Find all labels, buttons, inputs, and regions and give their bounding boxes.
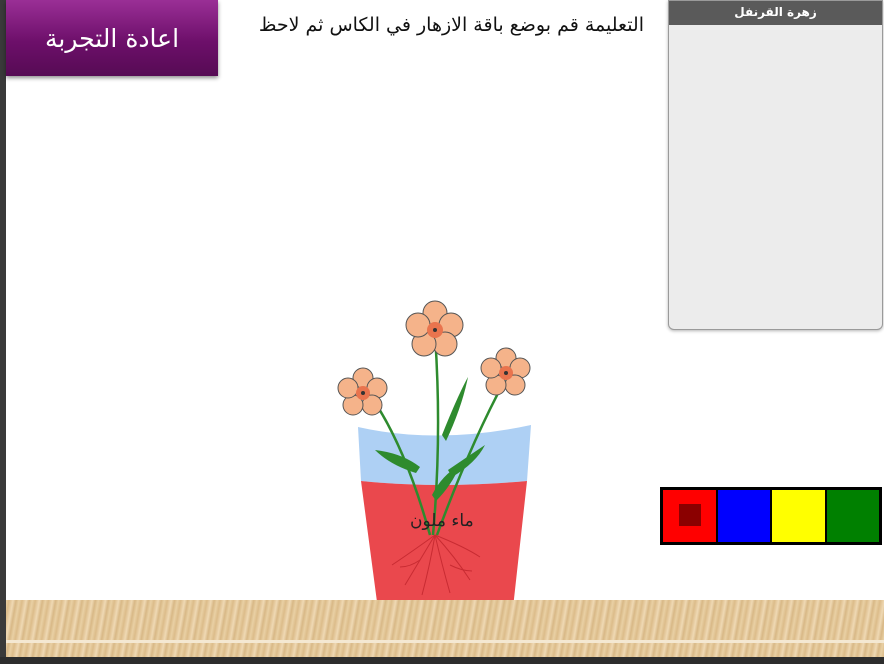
color-swatch-red[interactable] xyxy=(663,490,716,542)
flower-cup-illustration[interactable] xyxy=(330,295,545,625)
retry-experiment-button[interactable]: اعادة التجربة xyxy=(6,0,218,76)
cup-label: ماء ملون xyxy=(410,511,474,531)
info-panel: زهرة القرنفل xyxy=(668,0,883,330)
color-picker xyxy=(660,487,882,545)
instruction-text: التعليمة قم بوضع باقة الازهار في الكاس ث… xyxy=(258,14,644,36)
color-swatch-green[interactable] xyxy=(826,490,879,542)
table-edge xyxy=(6,640,884,643)
cup-colored-water xyxy=(361,481,527,617)
wooden-table xyxy=(6,600,884,664)
info-panel-title: زهرة القرنفل xyxy=(669,1,882,25)
flower-left xyxy=(337,367,388,416)
flower-right xyxy=(480,347,531,396)
bottom-bar xyxy=(0,657,884,664)
color-swatch-yellow[interactable] xyxy=(772,490,825,542)
color-swatch-blue[interactable] xyxy=(717,490,770,542)
selected-marker xyxy=(679,504,701,526)
flower-center xyxy=(405,300,464,357)
